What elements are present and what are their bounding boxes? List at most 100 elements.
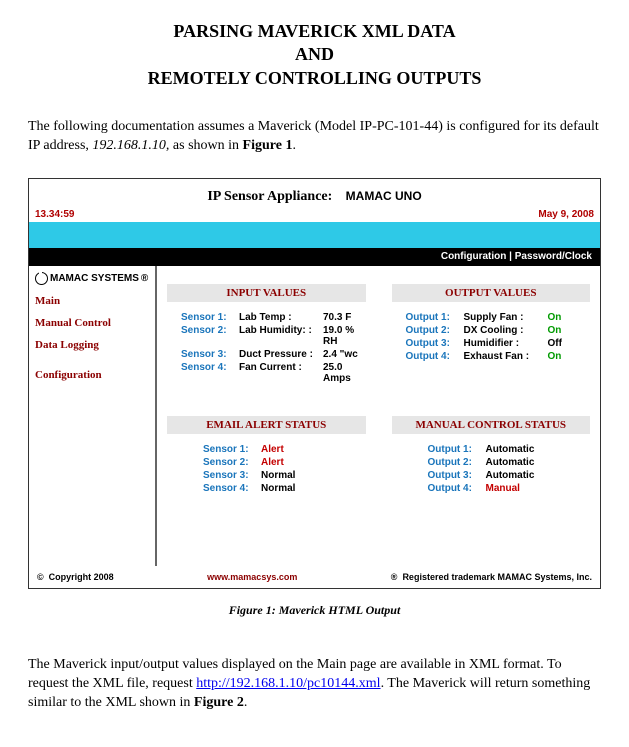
header-input-values: INPUT VALUES <box>167 284 366 302</box>
data-line: Sensor 1:Alert <box>167 444 366 455</box>
sidebar-item-configuration[interactable]: Configuration <box>35 369 149 381</box>
value-label: 25.0 Amps <box>323 362 366 384</box>
data-line: Output 3:Humidifier :Off <box>392 338 591 349</box>
logo-text: MAMAC SYSTEMS <box>50 273 139 284</box>
name-label: Duct Pressure : <box>239 349 323 360</box>
footer-center[interactable]: www.mamacsys.com <box>207 572 297 582</box>
key-label: Output 2: <box>428 457 486 468</box>
section-row-top: INPUT VALUES Sensor 1:Lab Temp :70.3 FSe… <box>167 284 590 386</box>
data-line: Sensor 2:Lab Humidity: :19.0 % RH <box>167 325 366 347</box>
data-line: Output 4:Manual <box>392 483 591 494</box>
section-email-alert: EMAIL ALERT STATUS Sensor 1:AlertSensor … <box>167 416 366 496</box>
key-label: Output 3: <box>428 470 486 481</box>
name-label: DX Cooling : <box>464 325 548 336</box>
value-label: On <box>548 312 562 323</box>
section-row-bottom: EMAIL ALERT STATUS Sensor 1:AlertSensor … <box>167 416 590 496</box>
key-label: Output 1: <box>406 312 464 323</box>
key-label: Output 2: <box>406 325 464 336</box>
key-label: Sensor 3: <box>181 349 239 360</box>
intro-ip: 192.168.1.10, <box>92 138 169 153</box>
sidebar-item-data-logging[interactable]: Data Logging <box>35 339 149 351</box>
value-label: 70.3 F <box>323 312 351 323</box>
key-label: Sensor 4: <box>203 483 261 494</box>
value-label: On <box>548 351 562 362</box>
key-label: Sensor 4: <box>181 362 239 384</box>
panel-footer: © Copyright 2008 www.mamacsys.com ® Regi… <box>29 566 600 588</box>
header-email-alert: EMAIL ALERT STATUS <box>167 416 366 434</box>
data-line: Output 1:Supply Fan :On <box>392 312 591 323</box>
name-label: Exhaust Fan : <box>464 351 548 362</box>
key-label: Sensor 3: <box>203 470 261 481</box>
data-line: Output 1:Automatic <box>392 444 591 455</box>
name-label: Fan Current : <box>239 362 323 384</box>
title-line-3: REMOTELY CONTROLLING OUTPUTS <box>28 67 601 90</box>
doc-title: PARSING MAVERICK XML DATA AND REMOTELY C… <box>28 20 601 90</box>
panel-time: 13.34:59 <box>35 209 74 220</box>
intro-paragraph: The following documentation assumes a Ma… <box>28 118 601 156</box>
value-label: Alert <box>261 444 284 455</box>
value-label: Normal <box>261 483 295 494</box>
footer-left-text: Copyright 2008 <box>49 572 114 582</box>
value-label: Automatic <box>486 457 535 468</box>
para2-figref: Figure 2 <box>194 695 244 710</box>
title-line-1: PARSING MAVERICK XML DATA <box>28 20 601 43</box>
figure-panel: IP Sensor Appliance: MAMAC UNO 13.34:59 … <box>28 178 601 589</box>
footer-right: ® Registered trademark MAMAC Systems, In… <box>391 572 592 582</box>
data-line: Sensor 1:Lab Temp :70.3 F <box>167 312 366 323</box>
key-label: Sensor 2: <box>181 325 239 347</box>
section-output-values: OUTPUT VALUES Output 1:Supply Fan :OnOut… <box>392 284 591 386</box>
para2-text-3: . <box>244 695 248 710</box>
data-line: Sensor 4:Fan Current :25.0 Amps <box>167 362 366 384</box>
intro-figref: Figure 1 <box>243 138 293 153</box>
title-line-2: AND <box>28 43 601 66</box>
xml-link[interactable]: http://192.168.1.10/pc10144.xml <box>196 676 380 691</box>
data-line: Sensor 3:Normal <box>167 470 366 481</box>
logo-icon <box>35 272 48 285</box>
content-row: MAMAC SYSTEMS® Main Manual Control Data … <box>29 266 600 566</box>
header-output-values: OUTPUT VALUES <box>392 284 591 302</box>
data-line: Output 4:Exhaust Fan :On <box>392 351 591 362</box>
panel-title-name: MAMAC UNO <box>346 189 422 203</box>
cyan-bar <box>29 222 600 248</box>
section-manual-control: MANUAL CONTROL STATUS Output 1:Automatic… <box>392 416 591 496</box>
header-manual-control: MANUAL CONTROL STATUS <box>392 416 591 434</box>
panel-title-prefix: IP Sensor Appliance: <box>207 189 332 204</box>
figure-caption-1: Figure 1: Maverick HTML Output <box>28 603 601 618</box>
key-label: Sensor 1: <box>181 312 239 323</box>
panel-title-row: IP Sensor Appliance: MAMAC UNO <box>29 179 600 209</box>
data-line: Sensor 3:Duct Pressure :2.4 "wc <box>167 349 366 360</box>
intro-text-3: . <box>292 138 296 153</box>
key-label: Output 4: <box>406 351 464 362</box>
key-label: Output 1: <box>428 444 486 455</box>
data-line: Output 3:Automatic <box>392 470 591 481</box>
data-line: Output 2:DX Cooling :On <box>392 325 591 336</box>
logo: MAMAC SYSTEMS® <box>35 272 149 285</box>
key-label: Output 4: <box>428 483 486 494</box>
sidebar: MAMAC SYSTEMS® Main Manual Control Data … <box>29 266 157 566</box>
sidebar-item-main[interactable]: Main <box>35 295 149 307</box>
name-label: Lab Temp : <box>239 312 323 323</box>
black-bar: Configuration | Password/Clock <box>29 248 600 266</box>
value-label: 19.0 % RH <box>323 325 366 347</box>
intro-text-2: as shown in <box>169 138 242 153</box>
data-line: Output 2:Automatic <box>392 457 591 468</box>
name-label: Humidifier : <box>464 338 548 349</box>
sidebar-item-manual-control[interactable]: Manual Control <box>35 317 149 329</box>
blackbar-text[interactable]: Configuration | Password/Clock <box>441 251 592 262</box>
name-label: Lab Humidity: : <box>239 325 323 347</box>
value-label: On <box>548 325 562 336</box>
data-line: Sensor 4:Normal <box>167 483 366 494</box>
value-label: Automatic <box>486 470 535 481</box>
data-line: Sensor 2:Alert <box>167 457 366 468</box>
logo-tm: ® <box>141 273 148 284</box>
key-label: Sensor 1: <box>203 444 261 455</box>
value-label: 2.4 "wc <box>323 349 358 360</box>
key-label: Output 3: <box>406 338 464 349</box>
key-label: Sensor 2: <box>203 457 261 468</box>
name-label: Supply Fan : <box>464 312 548 323</box>
registered-icon: ® <box>391 572 398 582</box>
paragraph-2: The Maverick input/output values display… <box>28 656 601 713</box>
footer-left: © Copyright 2008 <box>37 572 114 582</box>
main-area: INPUT VALUES Sensor 1:Lab Temp :70.3 FSe… <box>157 266 600 566</box>
value-label: Alert <box>261 457 284 468</box>
